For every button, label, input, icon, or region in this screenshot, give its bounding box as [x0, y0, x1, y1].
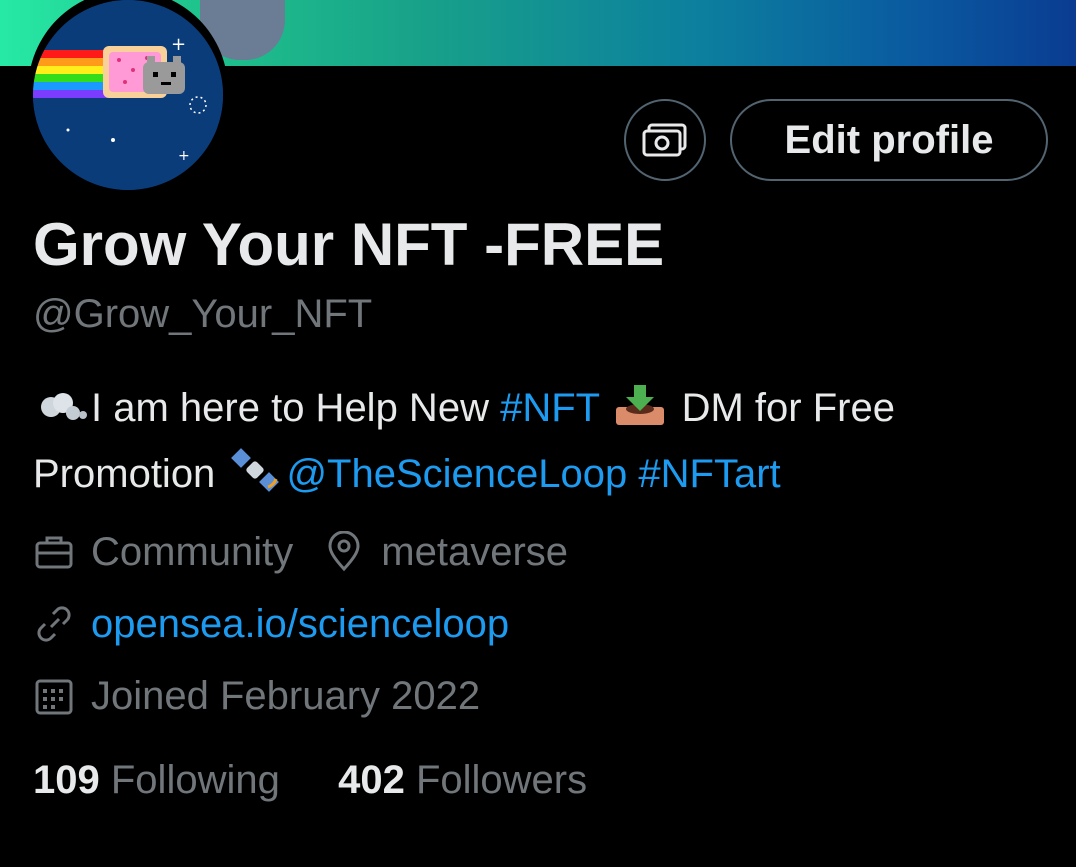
profile-joined-row: Joined February 2022: [33, 668, 480, 724]
following-label: Following: [110, 758, 280, 802]
followers-count: 402: [338, 758, 405, 802]
following-count: 109: [33, 758, 100, 802]
satellite-emoji-icon: [230, 447, 282, 510]
avatar[interactable]: + +: [33, 0, 223, 190]
svg-text:+: +: [178, 148, 190, 164]
followers-link[interactable]: 402 Followers: [338, 758, 587, 802]
edit-profile-button[interactable]: Edit profile: [730, 99, 1048, 181]
profile-category: Community: [91, 529, 294, 574]
following-link[interactable]: 109 Following: [33, 758, 280, 802]
followers-label: Followers: [415, 758, 588, 802]
svg-text:+: +: [171, 34, 186, 55]
briefcase-icon: [35, 536, 73, 569]
inbox-tray-emoji-icon: [614, 383, 666, 444]
tip-button[interactable]: [624, 99, 706, 181]
profile-website-row: opensea.io/scienceloop: [33, 596, 509, 652]
profile-location: metaverse: [381, 529, 569, 574]
profile-meta-row: Community metaverse: [33, 524, 568, 580]
link-icon: [37, 606, 71, 642]
hashtag-nftart-link[interactable]: #NFTart: [638, 452, 780, 496]
display-name: Grow Your NFT -FREE: [33, 211, 665, 278]
hashtag-nft-link[interactable]: #NFT: [500, 386, 599, 430]
location-pin-icon: [328, 531, 360, 572]
website-link[interactable]: opensea.io/scienceloop: [91, 602, 509, 647]
dash-emoji-icon: [37, 384, 87, 444]
mention-link[interactable]: @TheScienceLoop: [286, 452, 627, 496]
money-icon: [642, 123, 687, 157]
joined-date: Joined February 2022: [91, 673, 481, 718]
profile-stats: 109 Following 402 Followers: [33, 758, 587, 803]
profile-bio: I am here to Help New #NFT DM for Free P…: [33, 378, 1043, 510]
bio-text-1: I am here to Help New: [91, 386, 489, 430]
calendar-icon: [35, 679, 73, 715]
user-handle: @Grow_Your_NFT: [33, 292, 373, 336]
nyan-cat-avatar-image: + +: [33, 0, 223, 190]
